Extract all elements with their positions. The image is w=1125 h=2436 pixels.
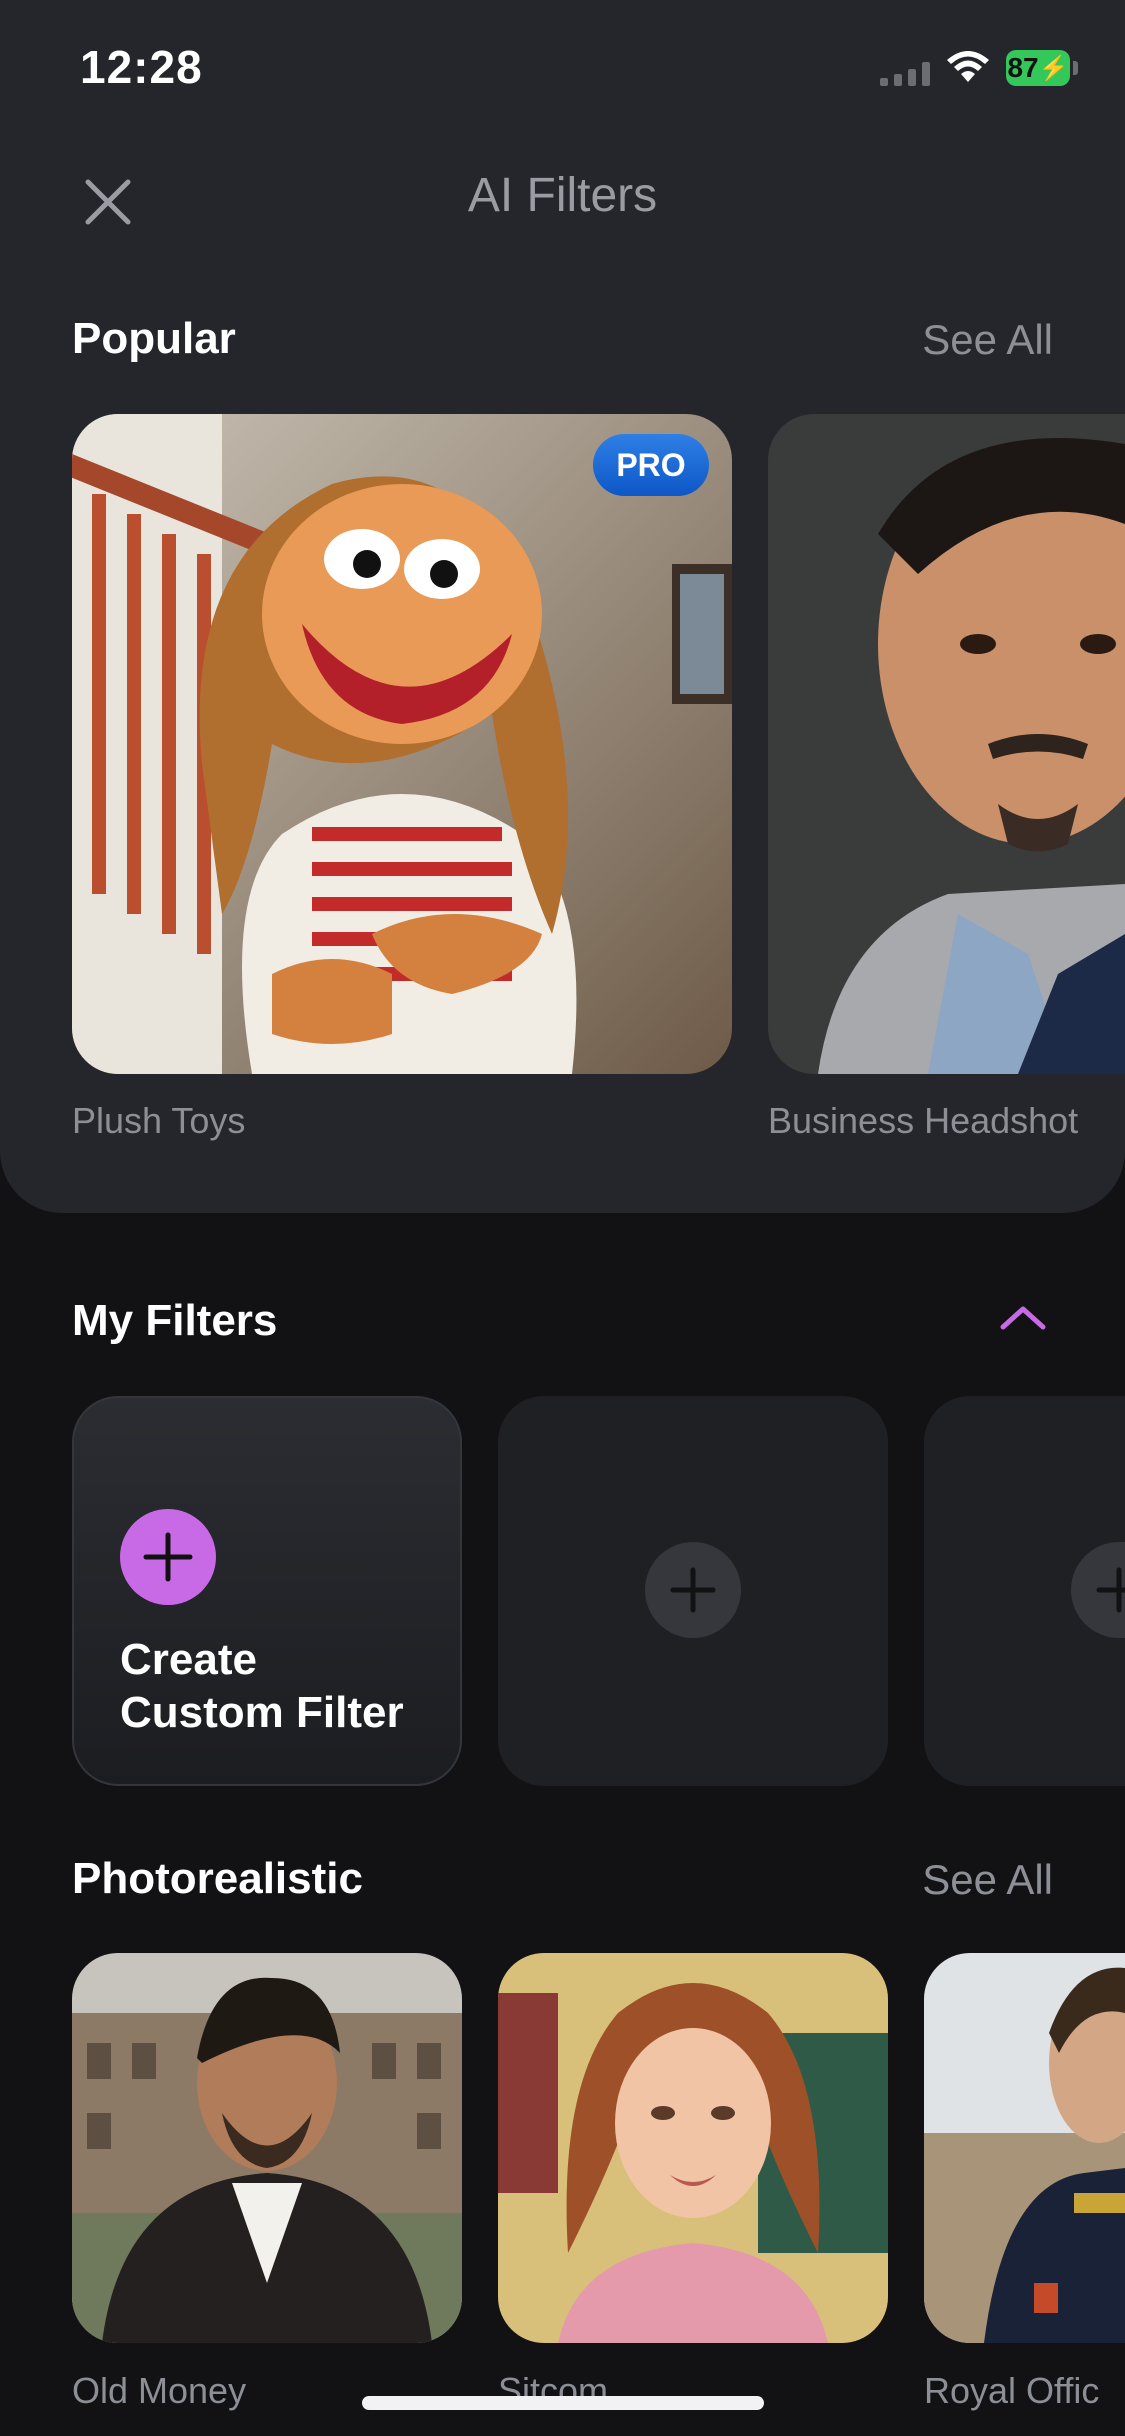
battery-level: 87 bbox=[1007, 52, 1039, 83]
chevron-up-icon[interactable] bbox=[998, 1302, 1048, 1332]
filter-card-royal-officer[interactable] bbox=[924, 1953, 1125, 2343]
filter-card-business-headshot[interactable] bbox=[768, 414, 1125, 1074]
popular-see-all-link[interactable]: See All bbox=[922, 316, 1053, 364]
create-custom-filter-label: Create Custom Filter bbox=[120, 1633, 404, 1739]
cellular-signal-icon bbox=[880, 62, 930, 86]
filter-card-plush-toys[interactable] bbox=[72, 414, 732, 1074]
plus-icon[interactable] bbox=[645, 1542, 741, 1638]
royal-officer-image bbox=[924, 1953, 1125, 2343]
page-title: AI Filters bbox=[467, 169, 658, 222]
old-money-image bbox=[72, 1953, 462, 2343]
create-label-line1: Create bbox=[120, 1635, 257, 1684]
plush-toys-image bbox=[72, 414, 732, 1074]
filter-card-old-money[interactable] bbox=[72, 1953, 462, 2343]
pro-badge: PRO bbox=[593, 434, 709, 496]
section-title-photorealistic: Photorealistic bbox=[72, 1854, 363, 1903]
card-label-old-money: Old Money bbox=[72, 2370, 247, 2411]
photorealistic-see-all-link[interactable]: See All bbox=[922, 1856, 1053, 1904]
section-title-popular: Popular bbox=[72, 314, 236, 363]
battery-tip bbox=[1073, 61, 1078, 75]
home-indicator[interactable] bbox=[362, 2396, 764, 2410]
plus-icon[interactable] bbox=[1071, 1542, 1125, 1638]
create-label-line2: Custom Filter bbox=[120, 1688, 404, 1737]
card-label-royal-officer: Royal Offic bbox=[924, 2370, 1100, 2411]
battery-indicator: 87 ⚡ bbox=[1006, 50, 1070, 86]
section-title-my-filters: My Filters bbox=[72, 1296, 278, 1345]
status-time: 12:28 bbox=[80, 41, 203, 93]
business-headshot-image bbox=[768, 414, 1125, 1074]
wifi-icon bbox=[947, 51, 989, 82]
sitcom-image bbox=[498, 1953, 888, 2343]
filter-card-sitcom[interactable] bbox=[498, 1953, 888, 2343]
card-label-plush-toys: Plush Toys bbox=[72, 1100, 246, 1141]
status-bar: 12:28 87 ⚡ bbox=[0, 0, 1125, 140]
card-label-business-headshot: Business Headshot bbox=[768, 1100, 1079, 1141]
add-filter-icon[interactable] bbox=[120, 1509, 216, 1605]
